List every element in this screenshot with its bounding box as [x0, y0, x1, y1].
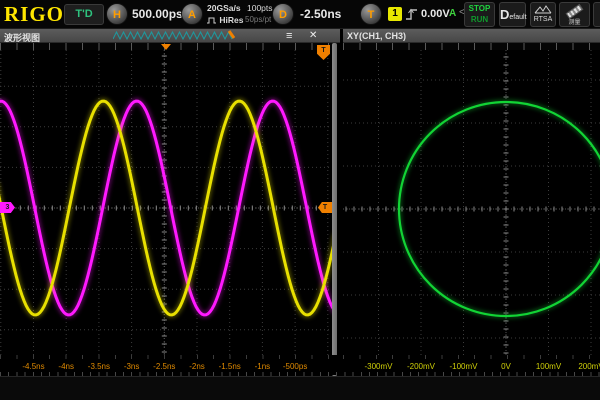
acquire-mode-value: HiRes: [207, 15, 243, 25]
sample-rate-value: 20GSa/s: [207, 3, 241, 13]
axis-label: 0V: [501, 362, 511, 371]
trigger-knob-button[interactable]: T: [360, 3, 382, 25]
axis-label: -1.5ns: [219, 362, 241, 371]
axis-label: -2.5ns: [153, 362, 175, 371]
square-wave-icon: [207, 17, 217, 24]
xy-view-title: XY(CH1, CH3): [347, 31, 406, 41]
axis-label: -500ps: [283, 362, 307, 371]
axis-label: -1ns: [255, 362, 271, 371]
channel-status-bar: ⚙ CH1 100.00mV/ CH2 200.00mV/ CH3 100.00…: [0, 376, 600, 400]
axis-label: 100mV: [536, 362, 561, 371]
xy-top-ruler: [343, 43, 600, 50]
measure-label: 测量: [560, 17, 589, 26]
panel-menu-icon[interactable]: ≡: [286, 30, 292, 42]
trigger-source-badge[interactable]: 1: [388, 7, 402, 21]
stop-label: STOP: [465, 3, 494, 15]
spectrum-icon: [534, 5, 552, 14]
delay-knob-button[interactable]: D: [272, 3, 294, 25]
axis-label: -4ns: [58, 362, 74, 371]
axis-label: -2ns: [189, 362, 205, 371]
top-status-bar: RIGOL T'D H 500.00ps/ A 20GSa/s HiRes 10…: [0, 0, 600, 29]
trigger-sweep-mode: A: [449, 8, 456, 19]
acquire-knob-button[interactable]: A: [181, 3, 203, 25]
axis-label: -200mV: [407, 362, 435, 371]
memory-depth-value: 100pts: [247, 3, 273, 13]
axis-label: -3.5ns: [88, 362, 110, 371]
stop-run-button[interactable]: STOP RUN: [464, 2, 495, 27]
xy-plot[interactable]: [343, 50, 600, 355]
partial-toolbar-button[interactable]: [593, 2, 600, 27]
xy-view-header: XY(CH1, CH3): [343, 29, 600, 43]
axis-label: -3ns: [124, 362, 140, 371]
rising-edge-icon: [405, 7, 418, 21]
vertical-scrollbar[interactable]: [332, 43, 337, 376]
measure-button[interactable]: 测量: [559, 2, 590, 27]
time-domain-plot[interactable]: [0, 50, 333, 355]
axis-label: -4.5ns: [22, 362, 44, 371]
horizontal-scale-value[interactable]: 500.00ps/: [132, 7, 186, 21]
oscilloscope-screen: RIGOL T'D H 500.00ps/ A 20GSa/s HiRes 10…: [0, 0, 600, 400]
delay-value[interactable]: -2.50ns: [300, 7, 341, 21]
horizontal-knob-button[interactable]: H: [106, 3, 128, 25]
panel-close-icon[interactable]: ✕: [309, 30, 317, 41]
trigger-level-value[interactable]: 0.00V: [421, 8, 450, 20]
axis-label: -300mV: [364, 362, 392, 371]
resolution-value: 50ps/pt: [245, 15, 271, 24]
run-label: RUN: [465, 15, 494, 25]
default-setup-button[interactable]: Default: [499, 2, 526, 27]
trigger-status-indicator: T'D: [64, 4, 104, 25]
axis-label: -100mV: [449, 362, 477, 371]
waveform-preview-strip[interactable]: [113, 30, 237, 42]
rtsa-label: RTSA: [531, 16, 555, 23]
waveform-view-header: 波形视图 ≡ ✕: [0, 29, 340, 43]
rtsa-button[interactable]: RTSA: [530, 2, 556, 27]
axis-label: 200mV: [578, 362, 600, 371]
